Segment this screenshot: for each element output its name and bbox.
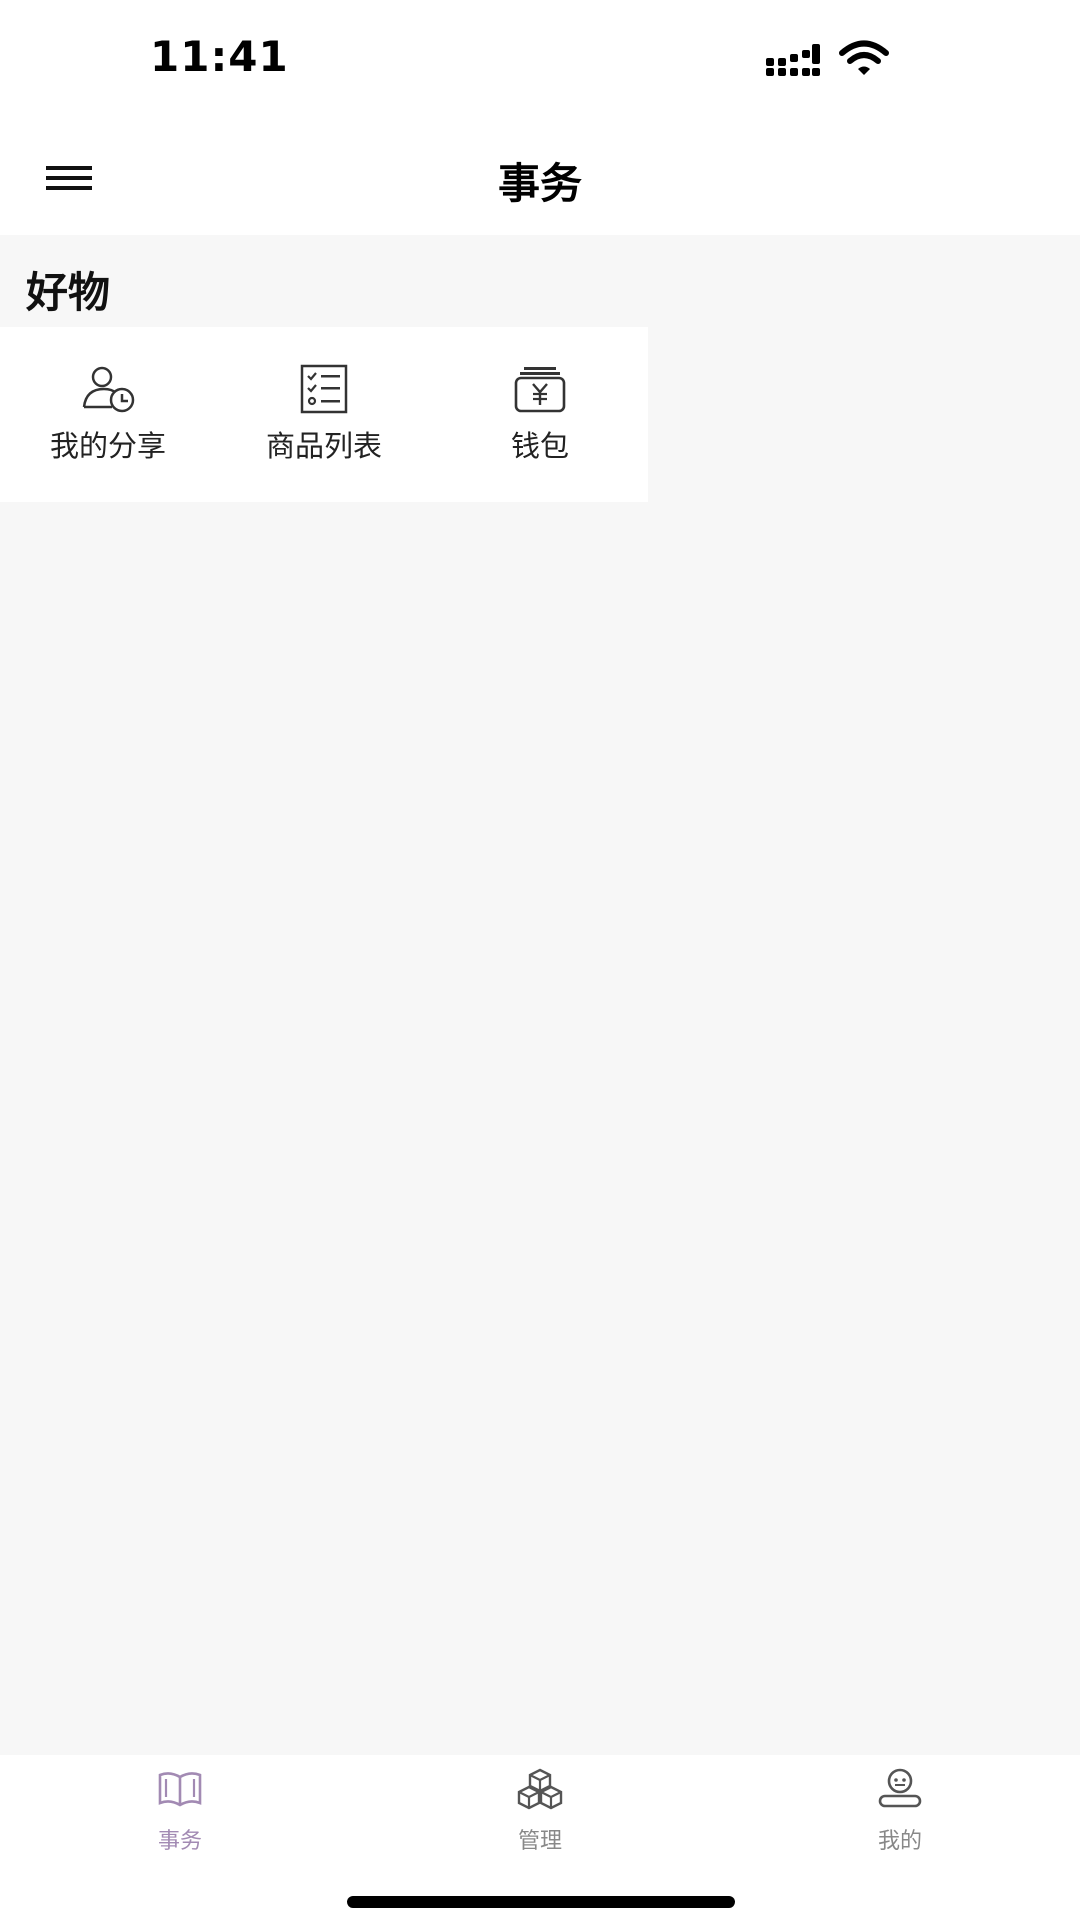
user-clock-icon [78, 363, 138, 415]
status-time: 11:41 [150, 32, 289, 81]
status-bar: 11:41 [0, 0, 1080, 120]
signal-icon [764, 44, 820, 76]
wifi-icon [838, 40, 890, 78]
top-app-bar: 事务 [0, 120, 1080, 235]
grid-item-product-list[interactable]: 商品列表 [216, 327, 432, 502]
checklist-icon [294, 363, 354, 415]
main-content: 好物 我的分享 商品列表 钱包 [0, 235, 1080, 1755]
grid-item-label: 我的分享 [49, 429, 166, 463]
section-title: 好物 [26, 268, 111, 317]
grid-item-label: 商品列表 [265, 429, 382, 463]
tab-manage[interactable]: 管理 [360, 1755, 720, 1875]
feature-grid: 我的分享 商品列表 钱包 [0, 327, 648, 502]
grid-item-my-share[interactable]: 我的分享 [0, 327, 216, 502]
profile-icon [876, 1767, 924, 1811]
page-title: 事务 [497, 159, 582, 208]
app-screen: 11:41 事务 好物 我的分享 商品列表 钱包 事务 管理 我的 [0, 0, 1080, 1920]
wallet-yen-icon [510, 363, 570, 415]
tab-label: 事务 [157, 1829, 202, 1854]
tab-label: 我的 [877, 1829, 922, 1854]
grid-item-label: 钱包 [510, 429, 569, 463]
open-book-icon [156, 1767, 204, 1811]
tab-mine[interactable]: 我的 [720, 1755, 1080, 1875]
home-indicator [347, 1896, 735, 1908]
tab-label: 管理 [517, 1829, 562, 1854]
tab-affairs[interactable]: 事务 [0, 1755, 360, 1875]
boxes-icon [516, 1767, 564, 1811]
grid-item-wallet[interactable]: 钱包 [432, 327, 648, 502]
